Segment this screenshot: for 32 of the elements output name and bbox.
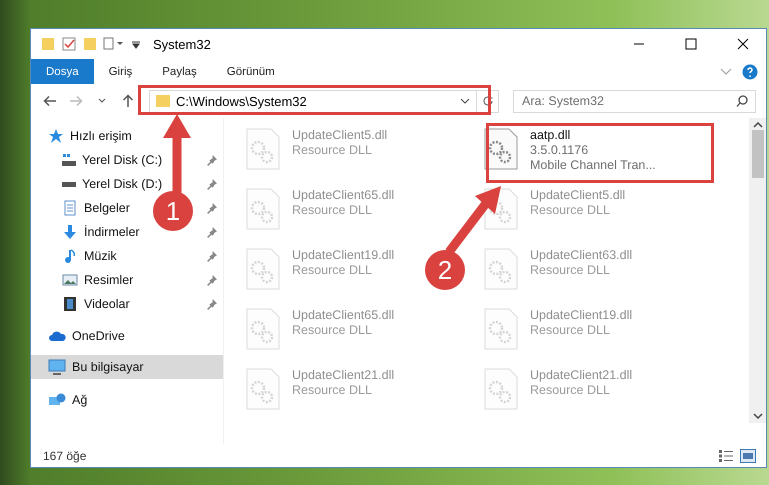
sidebar-item[interactable]: Yerel Disk (D:) — [82, 177, 162, 191]
item-count: 167 öğe — [43, 448, 88, 462]
file-detail: Resource DLL — [292, 203, 372, 218]
file-detail: Resource DLL — [292, 383, 372, 398]
sidebar-item[interactable]: OneDrive — [72, 329, 125, 343]
sidebar-item[interactable]: Bu bilgisayar — [72, 360, 144, 374]
sidebar-item[interactable]: Hızlı erişim — [70, 129, 132, 143]
file-detail: Resource DLL — [292, 263, 372, 278]
address-field[interactable]: C:\Windows\System32 — [149, 90, 499, 112]
sidebar-item[interactable]: Belgeler — [84, 201, 130, 215]
file-name[interactable]: aatp.dll — [530, 128, 570, 143]
file-detail: Resource DLL — [292, 143, 372, 158]
sidebar-item[interactable]: Yerel Disk (C:) — [82, 153, 162, 167]
address-path: C:\Windows\System32 — [176, 94, 308, 108]
file-detail: Resource DLL — [530, 203, 610, 218]
file-detail: Resource DLL — [530, 323, 610, 338]
window-title: System32 — [153, 36, 211, 52]
sidebar-item[interactable]: Videolar — [84, 297, 130, 311]
ribbon-tab[interactable]: Görünüm — [212, 59, 290, 84]
ribbon-tab[interactable]: Giriş — [94, 59, 148, 84]
sidebar-item[interactable]: Resimler — [84, 273, 134, 287]
ribbon-tab[interactable]: Paylaş — [147, 59, 212, 84]
ribbon-tab[interactable]: Dosya — [31, 59, 94, 84]
file-detail: Resource DLL — [530, 383, 610, 398]
sidebar-item[interactable]: Ağ — [72, 393, 88, 407]
file-detail: Resource DLL — [530, 263, 610, 278]
file-detail: Resource DLL — [292, 323, 372, 338]
sidebar-item[interactable]: İndirmeler — [84, 225, 140, 239]
file-detail: 3.5.0.1176 — [530, 143, 588, 158]
sidebar-item[interactable]: Müzik — [84, 249, 117, 263]
search-field[interactable]: Ara: System32 — [513, 90, 756, 112]
file-description: Mobile Channel Tran... — [530, 158, 656, 173]
